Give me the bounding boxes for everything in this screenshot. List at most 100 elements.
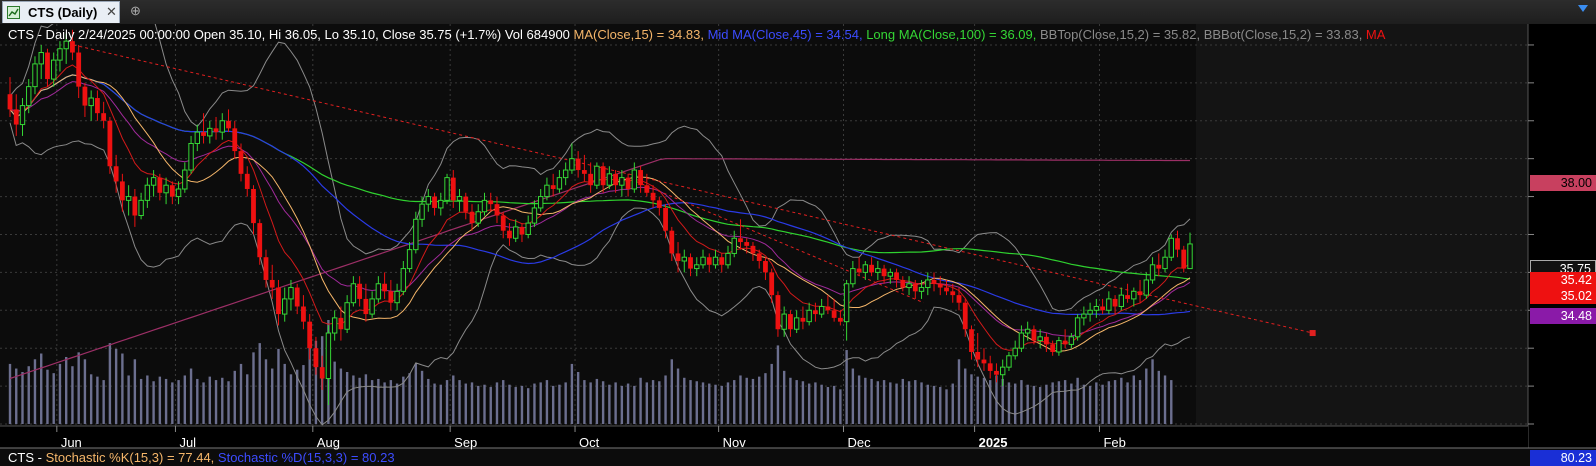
candle-body-up bbox=[843, 283, 850, 323]
candle-body-down bbox=[363, 298, 369, 315]
volume-bar bbox=[1095, 382, 1098, 424]
collapse-arrow-icon[interactable] bbox=[1578, 5, 1588, 12]
volume-bar bbox=[564, 382, 567, 424]
bbtop-info: BBTop(Close,15,2) = 35.82, bbox=[1036, 27, 1201, 42]
candle-body-up bbox=[219, 120, 225, 133]
volume-bar bbox=[601, 381, 605, 424]
volume-bar bbox=[795, 380, 798, 424]
candle-body-up bbox=[1068, 336, 1075, 345]
volume-bar bbox=[239, 363, 243, 424]
candle-body-up bbox=[26, 86, 32, 107]
volume-bar bbox=[857, 375, 861, 424]
candle-body-up bbox=[562, 169, 569, 179]
candle-body-up bbox=[438, 199, 444, 209]
volume-bar bbox=[1151, 359, 1154, 424]
volume-bar bbox=[939, 387, 942, 424]
close-icon[interactable]: ✕ bbox=[106, 4, 117, 20]
stochastic-k-info: Stochastic %K(15,3) = 77.44, bbox=[45, 450, 215, 465]
stochastic-value-tag: 80.23 bbox=[1530, 450, 1596, 466]
candle-body-down bbox=[169, 185, 175, 197]
candle-body-up bbox=[1081, 313, 1087, 319]
candle-body-down bbox=[469, 211, 475, 224]
candle-body-up bbox=[125, 196, 132, 201]
candle-body-down bbox=[987, 363, 993, 371]
candle-body-up bbox=[51, 59, 57, 80]
volume-bar bbox=[551, 385, 555, 424]
month-label: Jun bbox=[60, 435, 82, 450]
volume-bar bbox=[1113, 380, 1117, 424]
volume-bar bbox=[1038, 387, 1042, 424]
candle-body-down bbox=[738, 238, 743, 243]
candle-body-down bbox=[507, 230, 512, 239]
new-tab-icon[interactable]: ⊕ bbox=[130, 3, 141, 19]
volume-bar bbox=[782, 370, 786, 424]
candle-body-down bbox=[1050, 344, 1056, 352]
candle-body-down bbox=[13, 109, 19, 125]
candle-body-up bbox=[475, 211, 481, 224]
volume-bar bbox=[377, 378, 380, 424]
volume-bar bbox=[1170, 380, 1173, 424]
volume-bar bbox=[1132, 375, 1136, 424]
candle-body-down bbox=[450, 177, 456, 201]
volume-bar bbox=[608, 384, 611, 424]
volume-bar bbox=[514, 387, 517, 424]
volume-bar bbox=[758, 376, 761, 424]
chart-tab[interactable]: CTS (Daily) ✕ bbox=[2, 1, 120, 23]
volume-bar bbox=[589, 382, 592, 424]
candle-body-up bbox=[63, 40, 69, 50]
candle-body-down bbox=[894, 272, 899, 280]
volume-bar bbox=[189, 368, 193, 424]
volume-bar bbox=[21, 372, 24, 424]
price-chart[interactable] bbox=[0, 24, 1596, 466]
volume-bar bbox=[807, 383, 811, 424]
volume-bar bbox=[539, 382, 542, 424]
stochastic-d-info: Stochastic %D(15,3,3) = 80.23 bbox=[214, 450, 395, 465]
candle-body-up bbox=[1074, 317, 1081, 338]
candle-body-up bbox=[850, 268, 856, 285]
candle-body-down bbox=[157, 177, 163, 193]
candle-body-down bbox=[994, 370, 999, 375]
candle-body-down bbox=[76, 52, 82, 87]
chart-window: CTS (Daily) ✕ ⊕ CTS - Daily 2/24/2025 00… bbox=[0, 0, 1596, 466]
candle-body-down bbox=[688, 257, 693, 269]
volume-bar bbox=[626, 383, 630, 424]
candle-body-up bbox=[413, 218, 419, 251]
volume-bar bbox=[870, 378, 873, 424]
candle-body-up bbox=[1093, 305, 1100, 311]
volume-bar bbox=[851, 368, 855, 424]
volume-bar bbox=[221, 377, 224, 424]
candle-body-up bbox=[444, 177, 450, 201]
candle-body-down bbox=[744, 242, 750, 246]
volume-bar bbox=[445, 380, 449, 424]
volume-bar bbox=[920, 382, 923, 424]
volume-bar bbox=[1107, 381, 1111, 424]
candle-body-down bbox=[969, 329, 974, 352]
candle-body-down bbox=[900, 279, 906, 288]
volume-bar bbox=[127, 375, 130, 424]
candle-body-down bbox=[644, 185, 650, 193]
candle-body-down bbox=[975, 351, 981, 360]
volume-bar bbox=[832, 385, 836, 424]
volume-bar bbox=[932, 385, 936, 424]
candle-body-down bbox=[950, 291, 956, 296]
volume-bar bbox=[133, 359, 137, 424]
volume-bar bbox=[227, 381, 230, 424]
candle-body-down bbox=[294, 287, 300, 307]
month-label: Feb bbox=[1103, 435, 1126, 450]
volume-bar bbox=[1013, 383, 1017, 424]
volume-bar bbox=[264, 359, 268, 424]
volume-bar bbox=[46, 369, 49, 424]
volume-bar bbox=[289, 374, 293, 424]
candle-body-up bbox=[481, 199, 488, 213]
candle-body-down bbox=[656, 200, 662, 208]
volume-bar bbox=[452, 375, 455, 424]
candle-body-up bbox=[619, 177, 625, 186]
candle-body-down bbox=[307, 321, 313, 349]
volume-bar bbox=[708, 383, 711, 424]
volume-bar bbox=[71, 366, 74, 424]
candle-body-down bbox=[706, 257, 712, 265]
volume-bar bbox=[383, 382, 386, 424]
volume-bar bbox=[40, 353, 43, 424]
volume-bar bbox=[683, 377, 686, 424]
volume-bar bbox=[202, 382, 205, 424]
